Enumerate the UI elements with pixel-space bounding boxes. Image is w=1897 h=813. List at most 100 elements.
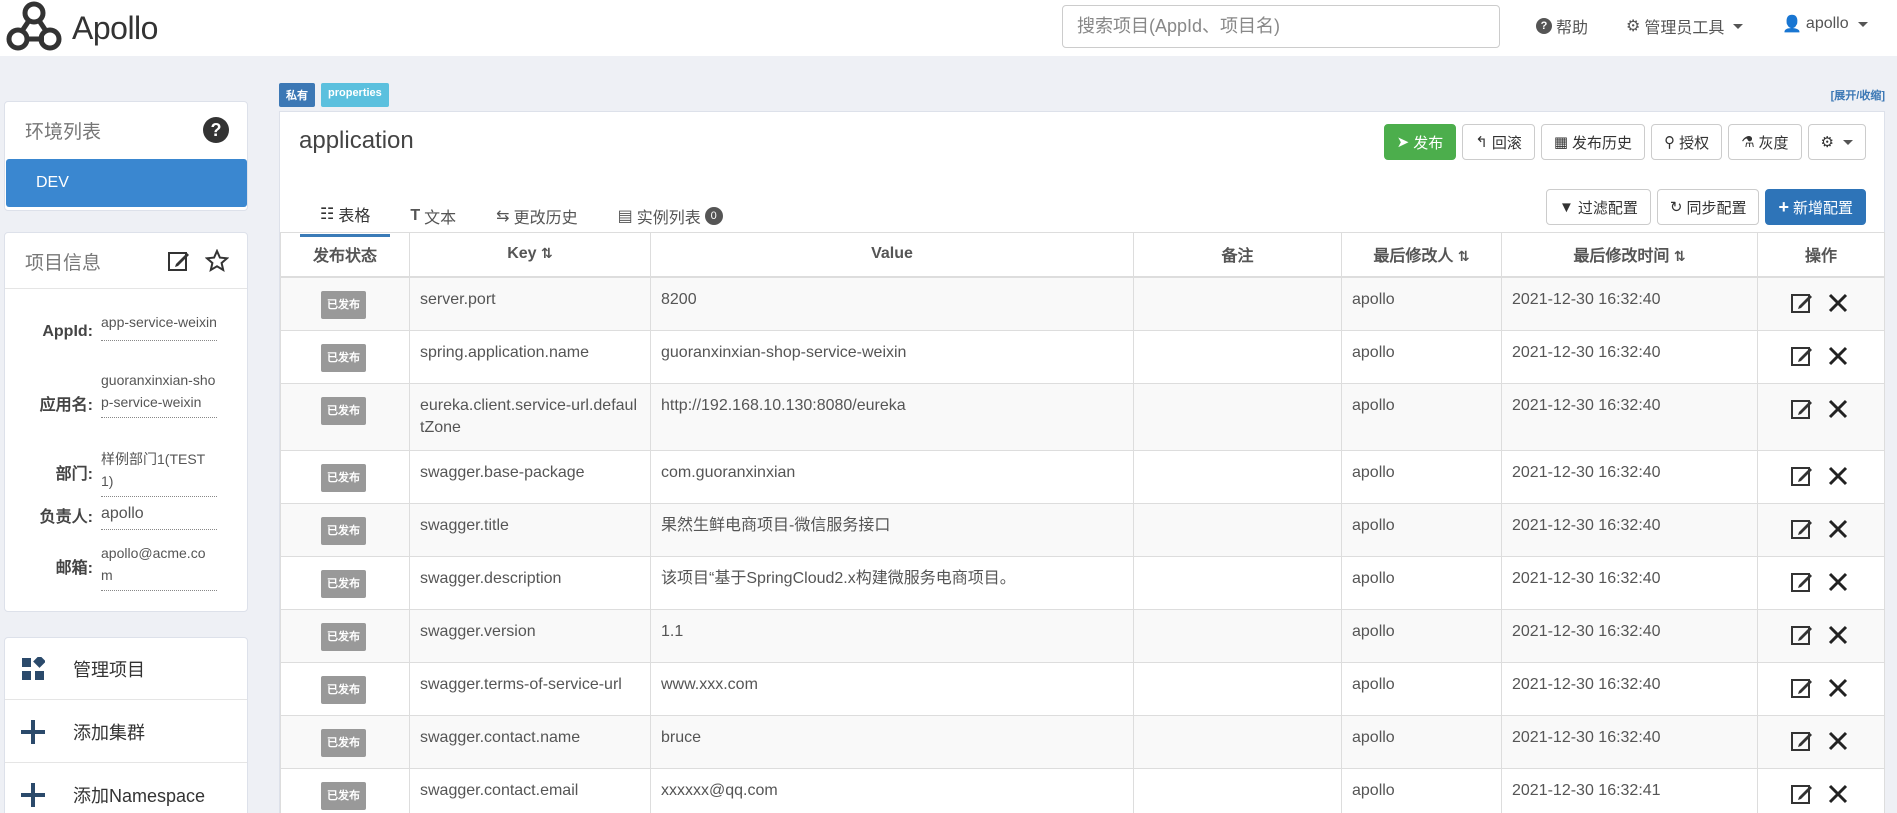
delete-icon[interactable] bbox=[1826, 517, 1850, 541]
comment-cell bbox=[1133, 276, 1342, 331]
edit-icon[interactable] bbox=[1790, 676, 1814, 700]
grant-button[interactable]: ⚲ 授权 bbox=[1651, 124, 1723, 160]
published-badge: 已发布 bbox=[321, 516, 366, 545]
time-cell: 2021-12-30 16:32:40 bbox=[1501, 555, 1758, 610]
comment-cell bbox=[1133, 767, 1342, 813]
table-row: 已发布 swagger.version 1.1 apollo 2021-12-30 16… bbox=[280, 608, 1885, 663]
published-badge: 已发布 bbox=[321, 343, 366, 372]
rollback-button[interactable]: ↰ 回滚 bbox=[1462, 124, 1535, 160]
edit-icon[interactable] bbox=[1790, 291, 1814, 315]
tab-instances[interactable]: ▤ 实例列表 0 bbox=[598, 194, 743, 237]
swap-icon: ⇆ bbox=[496, 207, 510, 225]
menu-add-namespace[interactable]: 添加Namespace bbox=[5, 764, 247, 813]
delete-icon[interactable] bbox=[1826, 782, 1850, 806]
value-cell: 1.1 bbox=[650, 608, 1134, 663]
edit-icon[interactable] bbox=[1790, 623, 1814, 647]
env-item-dev[interactable]: DEV bbox=[6, 159, 247, 207]
published-badge: 已发布 bbox=[321, 728, 366, 757]
sync-config-button[interactable]: ↻ 同步配置 bbox=[1656, 189, 1760, 225]
tab-text[interactable]: T 文本 bbox=[390, 194, 476, 237]
edit-icon[interactable] bbox=[167, 249, 191, 273]
delete-icon[interactable] bbox=[1826, 344, 1850, 368]
key-cell: swagger.contact.email bbox=[409, 767, 651, 813]
value-cell: guoranxinxian-shop-service-weixin bbox=[650, 329, 1134, 384]
ops-cell bbox=[1757, 608, 1885, 663]
key-cell: spring.application.name bbox=[409, 329, 651, 384]
key-cell: swagger.terms-of-service-url bbox=[409, 661, 651, 716]
table-header-row: 发布状态 Key ⇅ Value 备注 最后修改人 ⇅ 最后修改时间 ⇅ 操作 bbox=[280, 232, 1885, 278]
value-cell: 该项目“基于SpringCloud2.x构建微服务电商项目。 bbox=[650, 555, 1134, 610]
info-row-email: 邮箱: apollo@acme.com bbox=[5, 542, 247, 591]
delete-icon[interactable] bbox=[1826, 291, 1850, 315]
tab-change-history[interactable]: ⇆ 更改历史 bbox=[476, 194, 597, 237]
edit-icon[interactable] bbox=[1790, 782, 1814, 806]
user-icon: 👤 bbox=[1782, 16, 1802, 33]
published-badge: 已发布 bbox=[321, 569, 366, 598]
tab-table[interactable]: ☷ 表格 bbox=[300, 194, 391, 237]
delete-icon[interactable] bbox=[1826, 464, 1850, 488]
top-navbar: Apollo ? 帮助 ⚙ 管理员工具 👤 apollo bbox=[0, 0, 1897, 56]
comment-cell bbox=[1133, 449, 1342, 504]
col-modified-time[interactable]: 最后修改时间 ⇅ bbox=[1501, 232, 1758, 278]
modifier-cell: apollo bbox=[1341, 382, 1502, 451]
comment-cell bbox=[1133, 502, 1342, 557]
col-modifier[interactable]: 最后修改人 ⇅ bbox=[1341, 232, 1502, 278]
delete-icon[interactable] bbox=[1826, 570, 1850, 594]
table-icon: ☷ bbox=[320, 206, 335, 223]
edit-icon[interactable] bbox=[1790, 464, 1814, 488]
edit-icon[interactable] bbox=[1790, 570, 1814, 594]
star-icon[interactable] bbox=[205, 249, 229, 273]
comment-cell bbox=[1133, 714, 1342, 769]
edit-icon[interactable] bbox=[1790, 517, 1814, 541]
menu-add-cluster[interactable]: 添加集群 bbox=[5, 701, 247, 763]
delete-icon[interactable] bbox=[1826, 397, 1850, 421]
table-row: 已发布 swagger.contact.email xxxxxx@qq.com apo… bbox=[280, 767, 1885, 813]
flask-icon: ⚗ bbox=[1741, 134, 1755, 151]
apollo-logo[interactable]: Apollo bbox=[4, 0, 158, 56]
delete-icon[interactable] bbox=[1826, 623, 1850, 647]
status-cell: 已发布 bbox=[280, 329, 410, 384]
publish-button[interactable]: ➤ 发布 bbox=[1383, 124, 1457, 160]
menu-manage-project[interactable]: 管理项目 bbox=[5, 638, 247, 700]
ops-cell bbox=[1757, 449, 1885, 504]
edit-icon[interactable] bbox=[1790, 397, 1814, 421]
settings-dropdown-button[interactable]: ⚙ bbox=[1807, 124, 1866, 160]
user-dropdown[interactable]: 👤 apollo bbox=[1782, 14, 1868, 34]
published-badge: 已发布 bbox=[321, 290, 366, 319]
project-menu-panel: 管理项目 添加集群 添加Namespace bbox=[4, 637, 248, 813]
release-history-button[interactable]: ▦ 发布历史 bbox=[1540, 124, 1646, 160]
col-ops: 操作 bbox=[1757, 232, 1885, 278]
search-input[interactable] bbox=[1062, 5, 1500, 48]
edit-icon[interactable] bbox=[1790, 344, 1814, 368]
delete-icon[interactable] bbox=[1826, 676, 1850, 700]
admin-tools-dropdown[interactable]: ⚙ 管理员工具 bbox=[1626, 14, 1744, 38]
status-cell: 已发布 bbox=[280, 449, 410, 504]
value-cell: bruce bbox=[650, 714, 1134, 769]
help-link[interactable]: ? 帮助 bbox=[1536, 14, 1588, 38]
edit-icon[interactable] bbox=[1790, 729, 1814, 753]
key-cell: swagger.contact.name bbox=[409, 714, 651, 769]
calendar-icon: ▦ bbox=[1553, 134, 1569, 151]
key-cell: swagger.description bbox=[409, 555, 651, 610]
published-badge: 已发布 bbox=[321, 781, 366, 810]
info-row-department: 部门: 样例部门1(TEST1) bbox=[5, 448, 247, 497]
expand-collapse-link[interactable]: [展开/收缩] bbox=[1831, 87, 1885, 103]
text-icon: T bbox=[410, 206, 421, 224]
delete-icon[interactable] bbox=[1826, 729, 1850, 753]
plus-icon: + bbox=[1778, 196, 1789, 217]
env-list-panel: 环境列表 ? DEV bbox=[4, 101, 248, 211]
gray-release-button[interactable]: ⚗ 灰度 bbox=[1728, 124, 1802, 160]
time-cell: 2021-12-30 16:32:40 bbox=[1501, 608, 1758, 663]
modifier-cell: apollo bbox=[1341, 714, 1502, 769]
comment-cell bbox=[1133, 555, 1342, 610]
filter-config-button[interactable]: ▼ 过滤配置 bbox=[1546, 189, 1651, 225]
ops-cell bbox=[1757, 661, 1885, 716]
status-cell: 已发布 bbox=[280, 276, 410, 331]
modifier-cell: apollo bbox=[1341, 502, 1502, 557]
modifier-cell: apollo bbox=[1341, 329, 1502, 384]
modifier-cell: apollo bbox=[1341, 661, 1502, 716]
col-key[interactable]: Key ⇅ bbox=[409, 232, 651, 278]
time-cell: 2021-12-30 16:32:40 bbox=[1501, 382, 1758, 451]
question-circle-icon[interactable]: ? bbox=[203, 117, 229, 143]
add-config-button[interactable]: + 新增配置 bbox=[1765, 189, 1866, 225]
